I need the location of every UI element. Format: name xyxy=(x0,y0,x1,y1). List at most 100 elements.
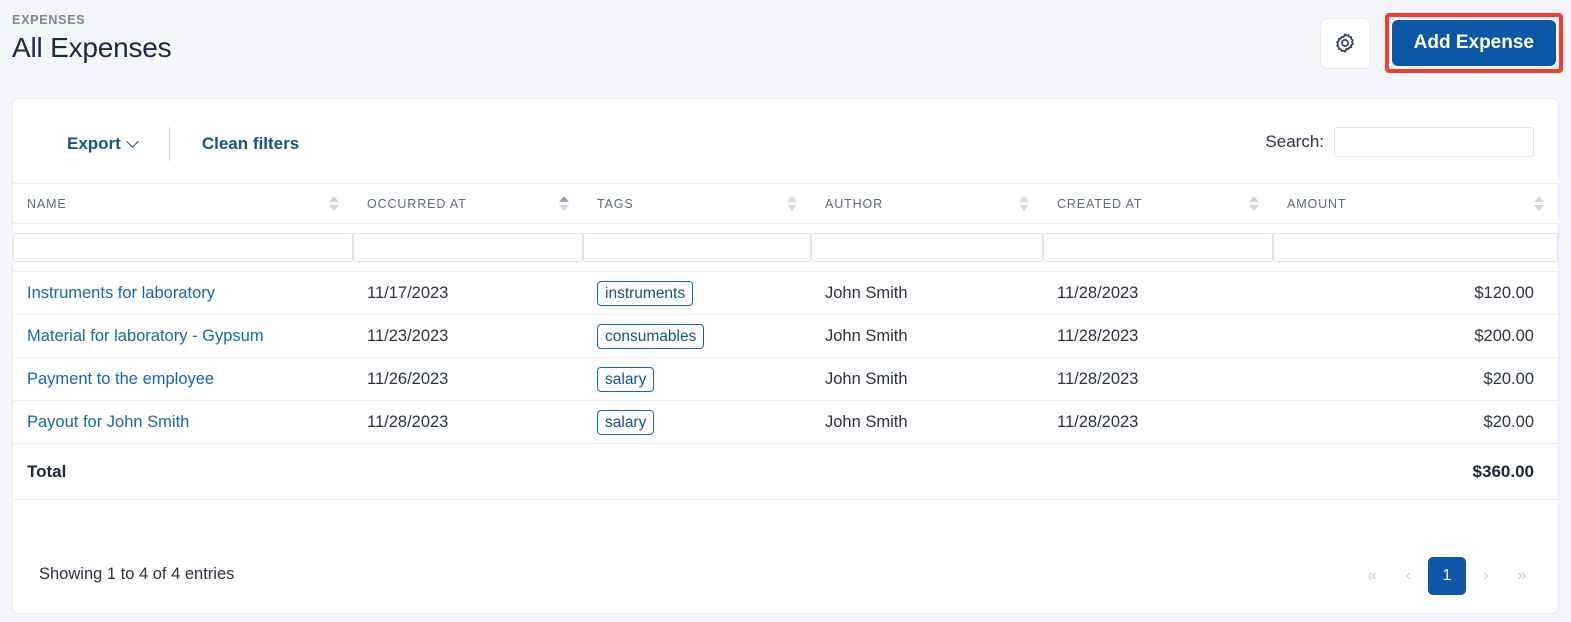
sort-desc-icon xyxy=(1019,205,1029,211)
table-row: Payout for John Smith 11/28/2023 salary … xyxy=(13,400,1558,444)
sort-desc-icon xyxy=(1249,205,1259,211)
tag-badge[interactable]: instruments xyxy=(597,280,694,306)
sort-icon-created-at[interactable] xyxy=(1249,196,1259,211)
expenses-page: EXPENSES All Expenses Add Expense Export… xyxy=(0,0,1571,622)
expense-name-link[interactable]: Instruments for laboratory xyxy=(27,284,215,302)
table-row: Material for laboratory - Gypsum 11/23/2… xyxy=(13,314,1558,358)
column-header-name[interactable]: NAME xyxy=(13,183,353,224)
amount-cell: $20.00 xyxy=(1273,400,1558,444)
occurred-at-cell: 11/23/2023 xyxy=(353,314,583,358)
author-cell: John Smith xyxy=(811,357,1043,401)
sort-asc-icon xyxy=(559,196,569,202)
column-header-occurred-at[interactable]: OCCURRED AT xyxy=(353,183,583,224)
sort-desc-icon xyxy=(787,205,797,211)
total-label: Total xyxy=(13,443,353,500)
toolbar-buttons: Export Clean filters xyxy=(49,127,317,161)
export-label: Export xyxy=(67,134,121,153)
pagination-last-button[interactable]: » xyxy=(1506,558,1538,594)
sort-icon-name[interactable] xyxy=(329,196,339,211)
created-at-cell: 11/28/2023 xyxy=(1043,314,1273,358)
amount-cell: $20.00 xyxy=(1273,357,1558,401)
table-head: NAME OCCURRED AT TAGS AUTHOR CREATED AT … xyxy=(13,183,1558,272)
occurred-at-cell: 11/28/2023 xyxy=(353,400,583,444)
pagination-next-button[interactable]: › xyxy=(1470,558,1502,594)
breadcrumb: EXPENSES xyxy=(12,13,86,27)
sort-asc-icon xyxy=(1534,196,1544,202)
add-expense-button[interactable]: Add Expense xyxy=(1391,20,1556,66)
column-header-tags[interactable]: TAGS xyxy=(583,183,811,224)
sort-asc-icon xyxy=(1019,196,1029,202)
search-area: Search: xyxy=(1265,127,1534,157)
author-cell: John Smith xyxy=(811,400,1043,444)
expenses-table: NAME OCCURRED AT TAGS AUTHOR CREATED AT … xyxy=(13,183,1558,500)
created-at-cell: 11/28/2023 xyxy=(1043,271,1273,315)
column-header-author[interactable]: AUTHOR xyxy=(811,183,1043,224)
header-titles: EXPENSES All Expenses xyxy=(12,12,172,66)
column-label: NAME xyxy=(27,196,67,211)
filter-input-tags[interactable] xyxy=(583,233,811,262)
gear-icon xyxy=(1333,31,1357,55)
author-cell: John Smith xyxy=(811,314,1043,358)
occurred-at-cell: 11/17/2023 xyxy=(353,271,583,315)
amount-cell: $120.00 xyxy=(1273,271,1558,315)
column-label: OCCURRED AT xyxy=(367,196,467,211)
expenses-card: Export Clean filters Search: NAME OCCURR… xyxy=(12,98,1559,614)
column-label: AUTHOR xyxy=(825,196,884,211)
clean-filters-button[interactable]: Clean filters xyxy=(184,128,317,160)
settings-button[interactable] xyxy=(1319,17,1371,69)
column-filter-row xyxy=(13,224,1558,272)
expense-name-link[interactable]: Payment to the employee xyxy=(27,370,214,388)
pagination-prev-button[interactable]: ‹ xyxy=(1392,558,1424,594)
sort-asc-icon xyxy=(787,196,797,202)
header-row: NAME OCCURRED AT TAGS AUTHOR CREATED AT … xyxy=(13,183,1558,224)
expense-name-link[interactable]: Payout for John Smith xyxy=(27,413,189,431)
sort-icon-occurred-at[interactable] xyxy=(559,196,569,211)
amount-cell: $200.00 xyxy=(1273,314,1558,358)
column-label: CREATED AT xyxy=(1057,196,1143,211)
table-footer: Showing 1 to 4 of 4 entries « ‹ 1 › » xyxy=(13,541,1558,613)
tag-badge[interactable]: consumables xyxy=(597,323,705,349)
column-header-amount[interactable]: AMOUNT xyxy=(1273,183,1558,224)
table-body: Instruments for laboratory 11/17/2023 in… xyxy=(13,271,1558,500)
chevron-down-icon xyxy=(125,135,139,148)
page-title: All Expenses xyxy=(12,32,172,63)
total-amount: $360.00 xyxy=(1273,443,1558,500)
column-header-created-at[interactable]: CREATED AT xyxy=(1043,183,1273,224)
toolbar-divider xyxy=(168,127,170,161)
filter-input-author[interactable] xyxy=(811,233,1043,262)
filter-input-occurred-at[interactable] xyxy=(353,233,583,262)
tag-badge[interactable]: salary xyxy=(597,366,655,392)
sort-icon-amount[interactable] xyxy=(1534,196,1544,211)
export-button[interactable]: Export xyxy=(49,128,155,160)
pagination: « ‹ 1 › » xyxy=(1356,557,1538,595)
sort-asc-icon xyxy=(1249,196,1259,202)
entries-summary: Showing 1 to 4 of 4 entries xyxy=(39,565,235,583)
sort-desc-icon xyxy=(329,205,339,211)
sort-desc-icon xyxy=(559,205,569,211)
page-header: EXPENSES All Expenses Add Expense xyxy=(0,0,1571,98)
column-label: TAGS xyxy=(597,196,634,211)
search-input[interactable] xyxy=(1334,127,1534,157)
expense-name-link[interactable]: Material for laboratory - Gypsum xyxy=(27,327,264,345)
filter-input-name[interactable] xyxy=(13,233,353,262)
tag-badge[interactable]: salary xyxy=(597,409,655,435)
search-label: Search: xyxy=(1265,132,1324,151)
column-label: AMOUNT xyxy=(1287,196,1347,211)
total-row: Total $360.00 xyxy=(13,443,1558,500)
occurred-at-cell: 11/26/2023 xyxy=(353,357,583,401)
filter-input-created-at[interactable] xyxy=(1043,233,1273,262)
table-toolbar: Export Clean filters Search: xyxy=(13,99,1558,183)
table-row: Instruments for laboratory 11/17/2023 in… xyxy=(13,271,1558,315)
table-row: Payment to the employee 11/26/2023 salar… xyxy=(13,357,1558,401)
pagination-page-1[interactable]: 1 xyxy=(1428,557,1466,595)
sort-desc-icon xyxy=(1534,205,1544,211)
filter-input-amount[interactable] xyxy=(1273,233,1558,262)
add-expense-highlight: Add Expense xyxy=(1384,13,1563,73)
created-at-cell: 11/28/2023 xyxy=(1043,357,1273,401)
sort-icon-author[interactable] xyxy=(1019,196,1029,211)
created-at-cell: 11/28/2023 xyxy=(1043,400,1273,444)
header-actions: Add Expense xyxy=(1319,13,1563,73)
sort-icon-tags[interactable] xyxy=(787,196,797,211)
author-cell: John Smith xyxy=(811,271,1043,315)
pagination-first-button[interactable]: « xyxy=(1356,558,1388,594)
